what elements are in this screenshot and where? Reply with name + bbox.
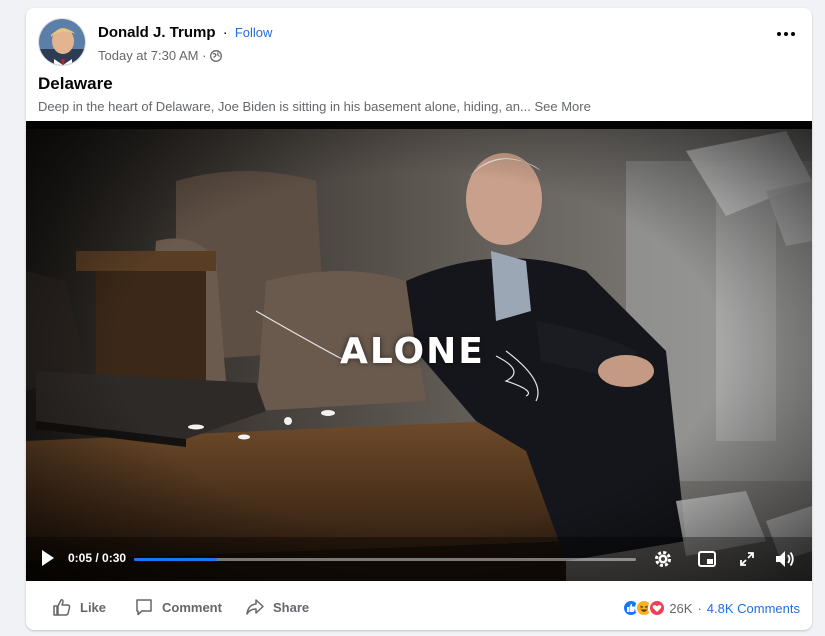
volume-button[interactable] [771, 545, 799, 573]
play-icon [42, 550, 54, 566]
reactions-summary: 26K · 4.8K Comments [622, 599, 800, 617]
post-title: Delaware [38, 74, 113, 93]
comment-label: Comment [162, 599, 222, 615]
settings-button[interactable] [649, 545, 677, 573]
globe-icon [210, 49, 223, 62]
reaction-icons[interactable] [622, 599, 667, 617]
fullscreen-button[interactable] [733, 545, 761, 573]
like-button[interactable]: Like [52, 597, 106, 617]
share-button[interactable]: Share [245, 597, 309, 617]
follow-link[interactable]: Follow [235, 25, 273, 40]
author-row: Donald J. Trump · Follow [98, 24, 272, 41]
mini-player-button[interactable] [693, 545, 721, 573]
name-separator: · [222, 24, 228, 41]
comment-icon [136, 599, 152, 616]
progress-fill [134, 558, 217, 561]
play-button[interactable] [40, 549, 56, 567]
description-text: Deep in the heart of Delaware, Joe Biden… [38, 99, 531, 114]
author-name[interactable]: Donald J. Trump [98, 24, 216, 41]
video-overlay-text: ALONE [340, 331, 485, 372]
author-avatar[interactable] [38, 18, 86, 66]
thumbs-up-icon [53, 599, 71, 616]
speaker-icon [776, 551, 794, 567]
reaction-count[interactable]: 26K [669, 601, 692, 616]
post-card: Donald J. Trump · Follow Today at 7:30 A… [26, 8, 812, 630]
picture-in-picture-icon [698, 551, 716, 567]
like-label: Like [80, 599, 107, 615]
video-player[interactable]: ALONE 0:05 / 0:30 [26, 121, 812, 581]
share-label: Share [273, 599, 310, 615]
video-controls: 0:05 / 0:30 [26, 537, 812, 581]
love-icon [648, 599, 667, 617]
post-description: Deep in the heart of Delaware, Joe Biden… [38, 99, 591, 114]
more-options-button[interactable] [770, 22, 802, 46]
post-actions: Like Comment Share 26K · 4.8K Comments [26, 591, 812, 625]
post-timestamp[interactable]: Today at 7:30 AM · [98, 48, 206, 63]
share-icon [246, 599, 264, 615]
reactions-separator: · [697, 600, 702, 616]
expand-icon [740, 552, 754, 566]
progress-bar[interactable] [134, 558, 636, 561]
comments-count-link[interactable]: 4.8K Comments [707, 601, 800, 616]
video-time: 0:05 / 0:30 [68, 551, 127, 565]
comment-button[interactable]: Comment [134, 597, 222, 617]
gear-icon [655, 551, 671, 567]
see-more-link[interactable]: See More [534, 99, 590, 114]
post-meta: Today at 7:30 AM · [98, 48, 223, 63]
